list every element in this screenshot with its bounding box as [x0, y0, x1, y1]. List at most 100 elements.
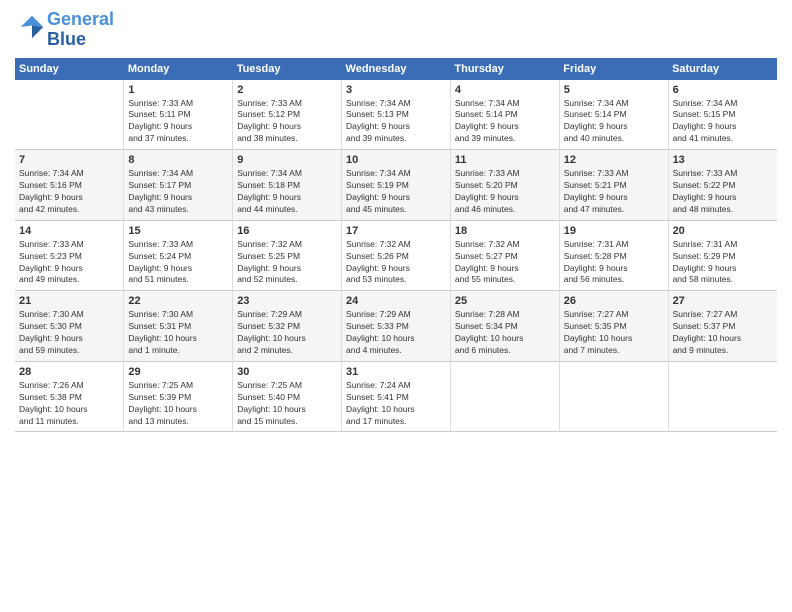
header: General Blue [15, 10, 777, 50]
day-info: Sunrise: 7:34 AM Sunset: 5:16 PM Dayligh… [19, 168, 119, 216]
day-number: 1 [128, 84, 228, 96]
calendar-cell: 24 Sunrise: 7:29 AM Sunset: 5:33 PM Dayli… [342, 291, 451, 362]
day-info: Sunrise: 7:27 AM Sunset: 5:37 PM Dayligh… [673, 309, 773, 357]
weekday-header-saturday: Saturday [668, 58, 777, 80]
day-info: Sunrise: 7:34 AM Sunset: 5:17 PM Dayligh… [128, 168, 228, 216]
calendar-cell: 23 Sunrise: 7:29 AM Sunset: 5:32 PM Dayli… [233, 291, 342, 362]
day-info: Sunrise: 7:33 AM Sunset: 5:21 PM Dayligh… [564, 168, 664, 216]
calendar-cell: 14 Sunrise: 7:33 AM Sunset: 5:23 PM Dayli… [15, 220, 124, 291]
day-number: 29 [128, 366, 228, 378]
day-number: 18 [455, 225, 555, 237]
calendar-cell: 10 Sunrise: 7:34 AM Sunset: 5:19 PM Dayli… [342, 150, 451, 221]
calendar-cell [450, 361, 559, 432]
calendar-cell: 25Sunrise: 7:28 AM Sunset: 5:34 PM Dayli… [450, 291, 559, 362]
day-number: 23 [237, 295, 337, 307]
calendar-cell: 7 Sunrise: 7:34 AM Sunset: 5:16 PM Daylig… [15, 150, 124, 221]
calendar-cell [668, 361, 777, 432]
day-number: 14 [19, 225, 119, 237]
calendar-cell: 16 Sunrise: 7:32 AM Sunset: 5:25 PM Dayli… [233, 220, 342, 291]
calendar-cell: 21Sunrise: 7:30 AM Sunset: 5:30 PM Dayli… [15, 291, 124, 362]
day-info: Sunrise: 7:34 AM Sunset: 5:14 PM Dayligh… [455, 98, 555, 146]
calendar-cell: 18 Sunrise: 7:32 AM Sunset: 5:27 PM Dayli… [450, 220, 559, 291]
day-info: Sunrise: 7:32 AM Sunset: 5:25 PM Dayligh… [237, 239, 337, 287]
weekday-header-thursday: Thursday [450, 58, 559, 80]
day-number: 16 [237, 225, 337, 237]
calendar-cell: 17 Sunrise: 7:32 AM Sunset: 5:26 PM Dayli… [342, 220, 451, 291]
week-row-1: 7 Sunrise: 7:34 AM Sunset: 5:16 PM Daylig… [15, 150, 777, 221]
weekday-header-wednesday: Wednesday [342, 58, 451, 80]
day-info: Sunrise: 7:34 AM Sunset: 5:19 PM Dayligh… [346, 168, 446, 216]
calendar-cell: 15 Sunrise: 7:33 AM Sunset: 5:24 PM Dayli… [124, 220, 233, 291]
day-number: 10 [346, 154, 446, 166]
weekday-header-tuesday: Tuesday [233, 58, 342, 80]
day-info: Sunrise: 7:34 AM Sunset: 5:14 PM Dayligh… [564, 98, 664, 146]
day-info: Sunrise: 7:26 AM Sunset: 5:38 PM Dayligh… [19, 380, 119, 428]
day-info: Sunrise: 7:33 AM Sunset: 5:24 PM Dayligh… [128, 239, 228, 287]
day-info: Sunrise: 7:33 AM Sunset: 5:11 PM Dayligh… [128, 98, 228, 146]
calendar-cell: 1 Sunrise: 7:33 AM Sunset: 5:11 PM Daylig… [124, 80, 233, 150]
week-row-4: 28 Sunrise: 7:26 AM Sunset: 5:38 PM Dayli… [15, 361, 777, 432]
day-info: Sunrise: 7:25 AM Sunset: 5:40 PM Dayligh… [237, 380, 337, 428]
calendar-cell: 27 Sunrise: 7:27 AM Sunset: 5:37 PM Dayli… [668, 291, 777, 362]
calendar-table: SundayMondayTuesdayWednesdayThursdayFrid… [15, 58, 777, 433]
day-number: 26 [564, 295, 664, 307]
calendar-cell [559, 361, 668, 432]
day-info: Sunrise: 7:24 AM Sunset: 5:41 PM Dayligh… [346, 380, 446, 428]
calendar-cell: 26Sunrise: 7:27 AM Sunset: 5:35 PM Dayli… [559, 291, 668, 362]
day-info: Sunrise: 7:29 AM Sunset: 5:33 PM Dayligh… [346, 309, 446, 357]
day-info: Sunrise: 7:28 AM Sunset: 5:34 PM Dayligh… [455, 309, 555, 357]
day-number: 24 [346, 295, 446, 307]
day-number: 4 [455, 84, 555, 96]
day-number: 22 [128, 295, 228, 307]
day-number: 8 [128, 154, 228, 166]
day-number: 17 [346, 225, 446, 237]
calendar-cell: 30 Sunrise: 7:25 AM Sunset: 5:40 PM Dayli… [233, 361, 342, 432]
weekday-header-sunday: Sunday [15, 58, 124, 80]
calendar-cell: 5 Sunrise: 7:34 AM Sunset: 5:14 PM Daylig… [559, 80, 668, 150]
day-info: Sunrise: 7:29 AM Sunset: 5:32 PM Dayligh… [237, 309, 337, 357]
weekday-header-monday: Monday [124, 58, 233, 80]
calendar-cell: 2Sunrise: 7:33 AM Sunset: 5:12 PM Daylig… [233, 80, 342, 150]
weekday-header-friday: Friday [559, 58, 668, 80]
day-number: 12 [564, 154, 664, 166]
day-info: Sunrise: 7:30 AM Sunset: 5:30 PM Dayligh… [19, 309, 119, 357]
calendar-cell: 19Sunrise: 7:31 AM Sunset: 5:28 PM Dayli… [559, 220, 668, 291]
calendar-cell: 8 Sunrise: 7:34 AM Sunset: 5:17 PM Daylig… [124, 150, 233, 221]
day-info: Sunrise: 7:34 AM Sunset: 5:13 PM Dayligh… [346, 98, 446, 146]
day-number: 30 [237, 366, 337, 378]
day-number: 3 [346, 84, 446, 96]
day-number: 28 [19, 366, 119, 378]
calendar-cell: 31 Sunrise: 7:24 AM Sunset: 5:41 PM Dayli… [342, 361, 451, 432]
week-row-3: 21Sunrise: 7:30 AM Sunset: 5:30 PM Dayli… [15, 291, 777, 362]
day-number: 7 [19, 154, 119, 166]
day-number: 13 [673, 154, 773, 166]
calendar-cell: 29Sunrise: 7:25 AM Sunset: 5:39 PM Dayli… [124, 361, 233, 432]
day-number: 31 [346, 366, 446, 378]
day-number: 2 [237, 84, 337, 96]
calendar-cell: 9Sunrise: 7:34 AM Sunset: 5:18 PM Daylig… [233, 150, 342, 221]
day-number: 20 [673, 225, 773, 237]
day-number: 19 [564, 225, 664, 237]
calendar-cell: 28 Sunrise: 7:26 AM Sunset: 5:38 PM Dayli… [15, 361, 124, 432]
day-info: Sunrise: 7:31 AM Sunset: 5:29 PM Dayligh… [673, 239, 773, 287]
day-info: Sunrise: 7:33 AM Sunset: 5:20 PM Dayligh… [455, 168, 555, 216]
calendar-cell: 13 Sunrise: 7:33 AM Sunset: 5:22 PM Dayli… [668, 150, 777, 221]
logo-icon [17, 12, 47, 42]
day-info: Sunrise: 7:32 AM Sunset: 5:27 PM Dayligh… [455, 239, 555, 287]
day-info: Sunrise: 7:33 AM Sunset: 5:23 PM Dayligh… [19, 239, 119, 287]
calendar-cell: 11Sunrise: 7:33 AM Sunset: 5:20 PM Dayli… [450, 150, 559, 221]
calendar-cell: 6Sunrise: 7:34 AM Sunset: 5:15 PM Daylig… [668, 80, 777, 150]
day-number: 6 [673, 84, 773, 96]
weekday-header-row: SundayMondayTuesdayWednesdayThursdayFrid… [15, 58, 777, 80]
logo-text: General Blue [47, 10, 114, 50]
day-info: Sunrise: 7:33 AM Sunset: 5:22 PM Dayligh… [673, 168, 773, 216]
day-number: 5 [564, 84, 664, 96]
day-info: Sunrise: 7:32 AM Sunset: 5:26 PM Dayligh… [346, 239, 446, 287]
day-number: 9 [237, 154, 337, 166]
logo: General Blue [15, 10, 114, 50]
day-number: 27 [673, 295, 773, 307]
day-number: 15 [128, 225, 228, 237]
page-container: General Blue SundayMondayTuesdayWednesda… [0, 0, 792, 612]
calendar-cell: 3 Sunrise: 7:34 AM Sunset: 5:13 PM Daylig… [342, 80, 451, 150]
calendar-cell: 12 Sunrise: 7:33 AM Sunset: 5:21 PM Dayli… [559, 150, 668, 221]
